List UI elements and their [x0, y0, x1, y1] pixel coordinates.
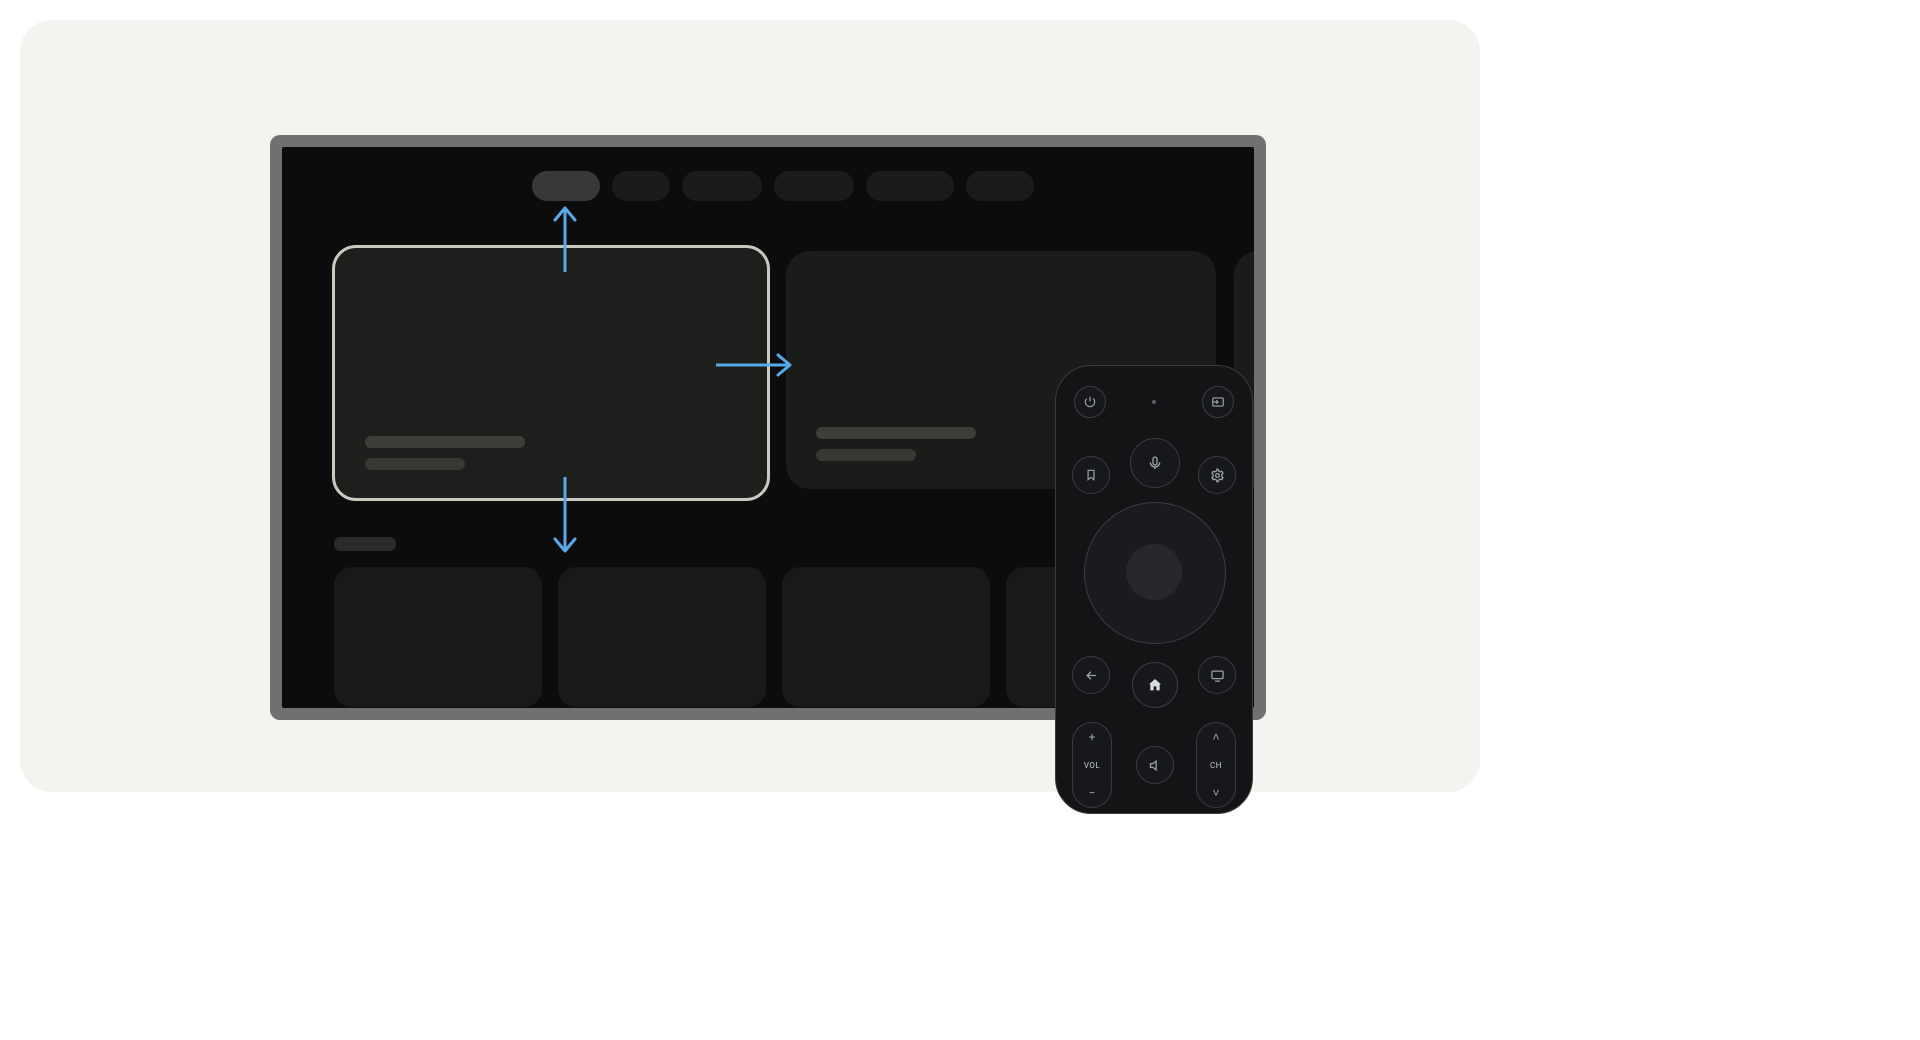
nav-pill-0[interactable] — [532, 171, 600, 201]
input-button[interactable] — [1202, 386, 1234, 418]
hero-1-subtitle-stub — [816, 449, 916, 461]
mic-button[interactable] — [1130, 438, 1180, 488]
home-icon — [1147, 677, 1163, 693]
tv-icon — [1210, 668, 1225, 683]
power-button[interactable] — [1074, 386, 1106, 418]
channel-rocker[interactable]: ˄ CH ˅ — [1196, 722, 1236, 808]
volume-up-symbol: + — [1089, 731, 1096, 743]
remote-indicator-dot — [1152, 400, 1156, 404]
bookmark-icon — [1084, 468, 1098, 482]
row-card-1[interactable] — [558, 567, 766, 707]
settings-icon — [1210, 468, 1225, 483]
volume-rocker[interactable]: + VOL − — [1072, 722, 1112, 808]
back-arrow-icon — [1084, 668, 1099, 683]
power-icon — [1083, 395, 1097, 409]
remote-control: + VOL − ˄ CH ˅ — [1055, 365, 1253, 814]
hero-0-subtitle-stub — [365, 458, 465, 470]
section-label-stub — [334, 537, 396, 551]
channel-label: CH — [1210, 761, 1222, 770]
nav-pill-5[interactable] — [966, 171, 1034, 201]
arrow-up-icon — [550, 202, 580, 274]
hero-1-title-stub — [816, 427, 976, 439]
hero-card-0[interactable] — [332, 245, 770, 501]
nav-pill-4[interactable] — [866, 171, 954, 201]
input-icon — [1211, 395, 1225, 409]
dpad-center-button[interactable] — [1126, 544, 1182, 600]
back-button[interactable] — [1072, 656, 1110, 694]
canvas-background: + VOL − ˄ CH ˅ — [20, 20, 1480, 792]
settings-button[interactable] — [1198, 456, 1236, 494]
volume-label: VOL — [1084, 761, 1100, 770]
mute-button[interactable] — [1136, 746, 1174, 784]
hero-0-title-stub — [365, 436, 525, 448]
mic-icon — [1147, 455, 1163, 471]
nav-pill-1[interactable] — [612, 171, 670, 201]
mute-icon — [1148, 758, 1163, 773]
row-card-0[interactable] — [334, 567, 542, 707]
tv-button[interactable] — [1198, 656, 1236, 694]
arrow-right-icon — [714, 350, 796, 380]
home-button[interactable] — [1132, 662, 1178, 708]
row-card-2[interactable] — [782, 567, 990, 707]
nav-pill-2[interactable] — [682, 171, 762, 201]
channel-down-symbol: ˅ — [1212, 787, 1219, 799]
bookmark-button[interactable] — [1072, 456, 1110, 494]
arrow-down-icon — [550, 475, 580, 557]
nav-pill-3[interactable] — [774, 171, 854, 201]
channel-up-symbol: ˄ — [1212, 731, 1219, 743]
volume-down-symbol: − — [1089, 787, 1096, 799]
